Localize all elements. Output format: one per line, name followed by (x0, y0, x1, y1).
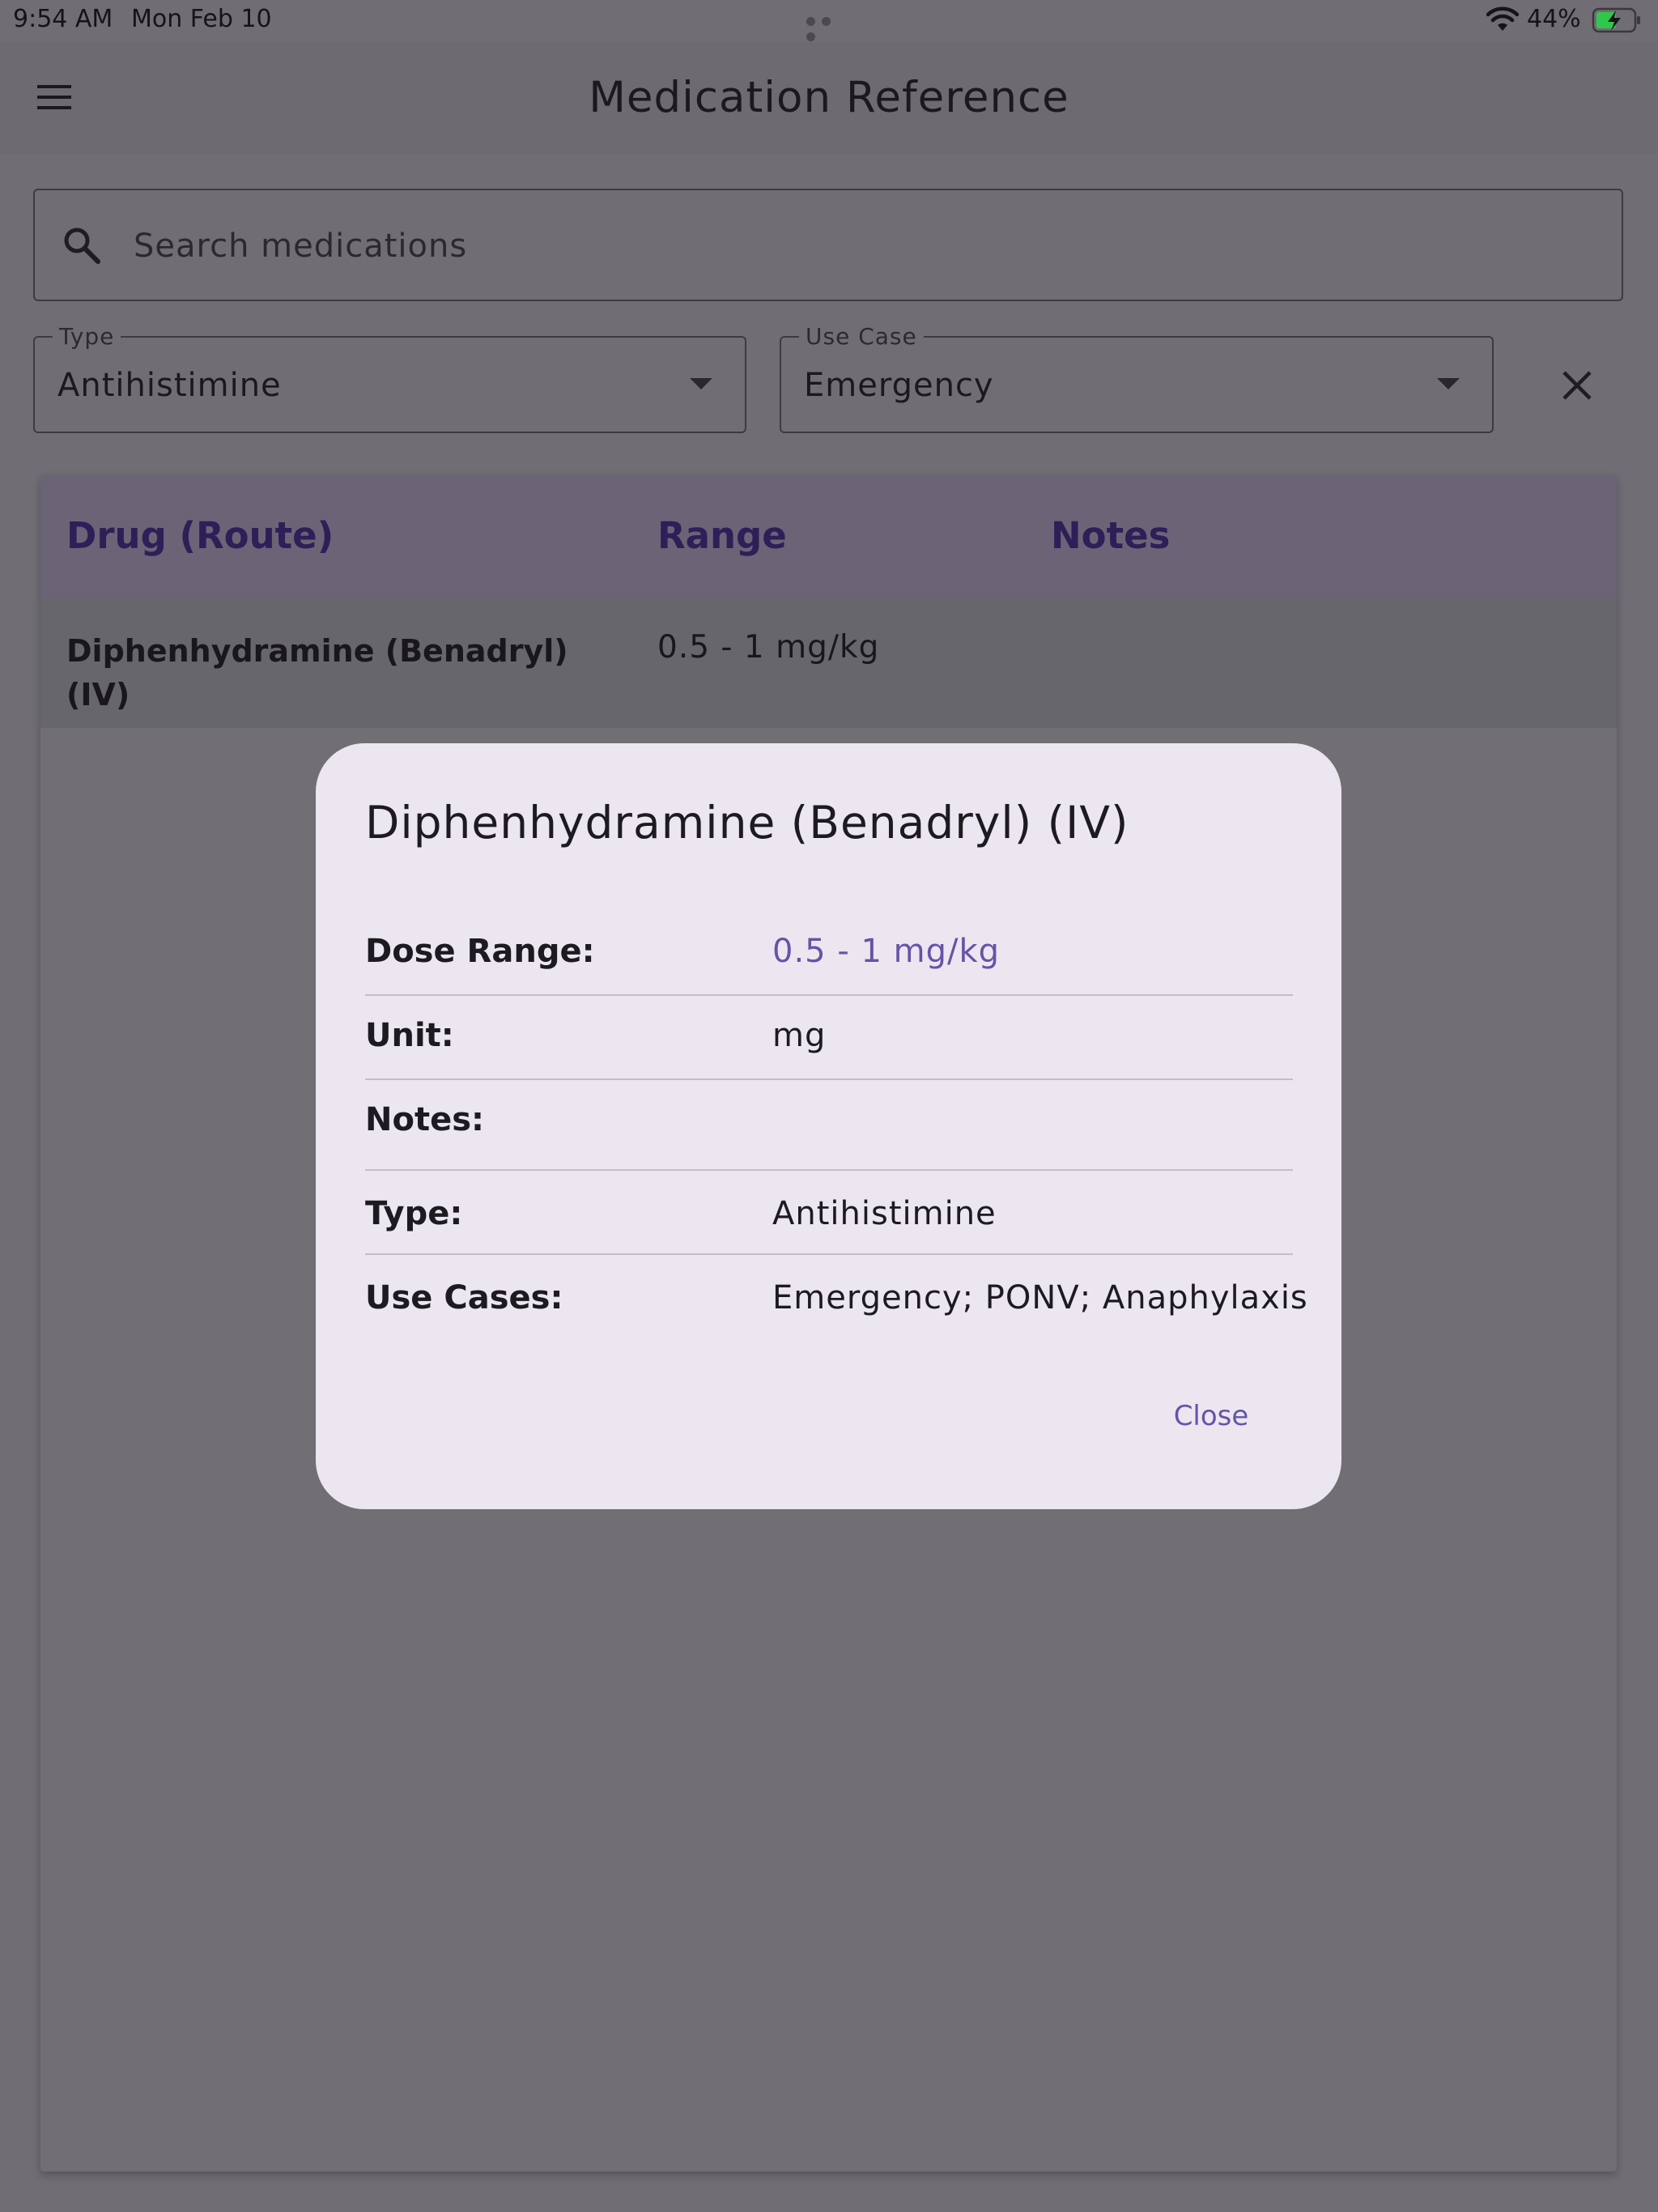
detail-row-dose-range: Dose Range: 0.5 - 1 mg/kg (365, 902, 1293, 996)
dialog-title: Diphenhydramine (Benadryl) (IV) (365, 797, 1129, 849)
detail-label: Type: (365, 1195, 463, 1232)
table-header: Drug (Route) Range Notes (40, 475, 1617, 598)
page-title: Medication Reference (589, 73, 1069, 122)
detail-label: Unit: (365, 1017, 454, 1054)
wifi-icon (1486, 6, 1520, 36)
dropdown-arrow-icon (1437, 378, 1460, 389)
detail-value: Antihistimine (772, 1195, 997, 1232)
search-icon (62, 226, 101, 268)
detail-row-unit: Unit: mg (365, 996, 1293, 1080)
multitasking-dots-icon[interactable] (806, 14, 852, 41)
use-case-filter-label: Use Case (799, 323, 924, 350)
detail-row-notes: Notes: (365, 1080, 1293, 1171)
battery-icon (1592, 6, 1642, 37)
cell-range: 0.5 - 1 mg/kg (657, 629, 880, 666)
detail-label: Notes: (365, 1101, 485, 1138)
detail-label: Use Cases: (365, 1279, 563, 1317)
column-header-range[interactable]: Range (657, 514, 787, 557)
search-input[interactable] (132, 219, 1592, 273)
cell-drug-route: Diphenhydramine (Benadryl) (IV) (66, 633, 568, 713)
clear-filters-close-icon[interactable] (1554, 363, 1600, 408)
medication-detail-dialog: Diphenhydramine (Benadryl) (IV) Dose Ran… (316, 743, 1341, 1509)
detail-row-type: Type: Antihistimine (365, 1171, 1293, 1255)
app-bar: Medication Reference (0, 42, 1658, 154)
status-date: Mon Feb 10 (131, 5, 272, 33)
detail-value: Emergency; PONV; Anaphylaxis (772, 1279, 1308, 1317)
use-case-filter-dropdown[interactable]: Use Case Emergency (780, 323, 1494, 433)
search-field[interactable] (33, 189, 1623, 301)
type-filter-dropdown[interactable]: Type Antihistimine (33, 323, 746, 433)
column-header-notes[interactable]: Notes (1051, 514, 1170, 557)
detail-value: 0.5 - 1 mg/kg (772, 933, 1001, 970)
column-header-drug-route[interactable]: Drug (Route) (66, 514, 334, 557)
detail-value: mg (772, 1017, 827, 1054)
dropdown-arrow-icon (690, 378, 712, 389)
status-time: 9:54 AM (13, 5, 113, 33)
status-bar: 9:54 AM Mon Feb 10 44% (0, 0, 1658, 42)
close-button[interactable]: Close (1154, 1388, 1268, 1444)
type-filter-value: Antihistimine (57, 367, 282, 404)
type-filter-label: Type (53, 323, 121, 350)
table-row[interactable]: Diphenhydramine (Benadryl) (IV) 0.5 - 1 … (40, 598, 1617, 728)
detail-label: Dose Range: (365, 933, 595, 970)
battery-percent: 44% (1527, 5, 1581, 33)
use-case-filter-value: Emergency (804, 367, 994, 404)
detail-row-use-cases: Use Cases: Emergency; PONV; Anaphylaxis (365, 1255, 1307, 1336)
